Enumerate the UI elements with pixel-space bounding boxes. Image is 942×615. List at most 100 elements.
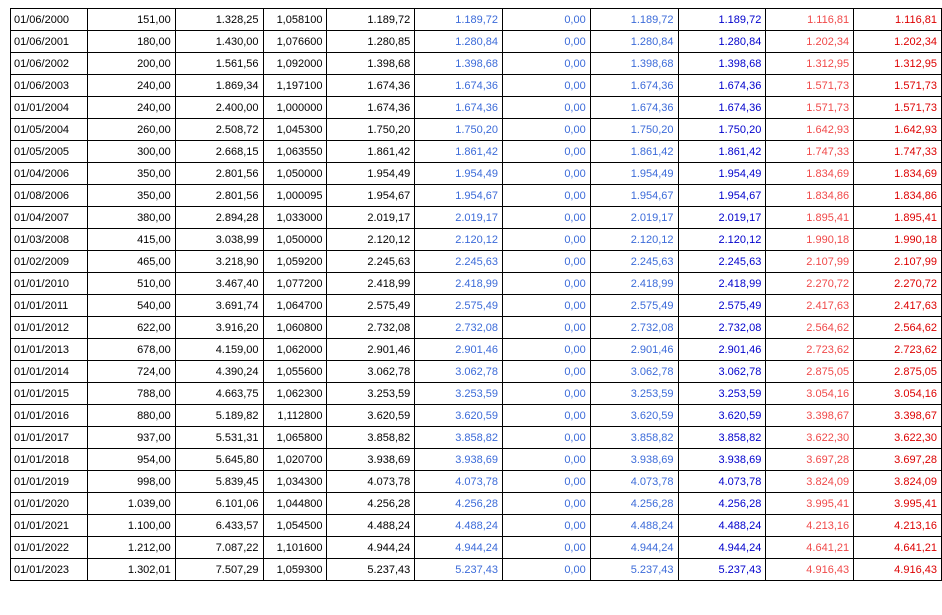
- value-cell: 5.237,43: [589, 558, 679, 581]
- value-cell: 3.398,67: [853, 404, 942, 427]
- value-cell: 1.861,42: [326, 140, 416, 163]
- value-cell: 4.944,24: [326, 536, 416, 559]
- value-cell: 2.508,72: [174, 118, 264, 141]
- value-cell: 4.073,78: [677, 470, 767, 493]
- value-cell: 4.488,24: [414, 514, 504, 537]
- factor-cell: 1,065800: [262, 426, 328, 449]
- value-cell: 1.674,36: [326, 96, 416, 119]
- value-cell: 724,00: [86, 360, 176, 383]
- factor-cell: 1,020700: [262, 448, 328, 471]
- date-cell: 01/08/2006: [10, 184, 88, 207]
- value-cell: 1.398,68: [677, 52, 767, 75]
- value-cell: 2.901,46: [326, 338, 416, 361]
- value-cell: 1.571,73: [765, 96, 855, 119]
- date-cell: 01/01/2022: [10, 536, 88, 559]
- value-cell: 880,00: [86, 404, 176, 427]
- value-cell: 2.801,56: [174, 184, 264, 207]
- value-cell: 2.107,99: [765, 250, 855, 273]
- value-cell: 4.944,24: [677, 536, 767, 559]
- factor-cell: 1,045300: [262, 118, 328, 141]
- value-cell: 0,00: [502, 140, 591, 163]
- value-cell: 1.895,41: [765, 206, 855, 229]
- value-cell: 1.302,01: [86, 558, 176, 581]
- value-cell: 0,00: [502, 316, 591, 339]
- value-cell: 300,00: [86, 140, 176, 163]
- value-cell: 1.312,95: [765, 52, 855, 75]
- value-cell: 3.858,82: [414, 426, 504, 449]
- value-cell: 1.834,86: [853, 184, 942, 207]
- value-cell: 0,00: [502, 272, 591, 295]
- date-cell: 01/01/2014: [10, 360, 88, 383]
- date-cell: 01/04/2007: [10, 206, 88, 229]
- value-cell: 380,00: [86, 206, 176, 229]
- table-row: 01/01/2020 1.039,00 6.101,06 1,044800 4.256,…: [10, 492, 942, 515]
- factor-cell: 1,059300: [262, 558, 328, 581]
- value-cell: 3.938,69: [677, 448, 767, 471]
- value-cell: 1.954,49: [414, 162, 504, 185]
- table-row: 01/06/2003 240,00 1.869,34 1,197100 1.674,36…: [10, 74, 942, 97]
- value-cell: 2.120,12: [589, 228, 679, 251]
- value-cell: 0,00: [502, 206, 591, 229]
- factor-cell: 1,033000: [262, 206, 328, 229]
- value-cell: 4.256,28: [677, 492, 767, 515]
- value-cell: 3.916,20: [174, 316, 264, 339]
- value-cell: 954,00: [86, 448, 176, 471]
- table-row: 01/01/2013 678,00 4.159,00 1,062000 2.901,46…: [10, 338, 942, 361]
- value-cell: 1.674,36: [677, 96, 767, 119]
- value-cell: 240,00: [86, 74, 176, 97]
- value-cell: 3.858,82: [677, 426, 767, 449]
- value-cell: 3.253,59: [326, 382, 416, 405]
- table-row: 01/01/2023 1.302,01 7.507,29 1,059300 5.237,…: [10, 558, 942, 581]
- date-cell: 01/01/2023: [10, 558, 88, 581]
- factor-cell: 1,054500: [262, 514, 328, 537]
- value-cell: 465,00: [86, 250, 176, 273]
- value-cell: 1.861,42: [589, 140, 679, 163]
- factor-cell: 1,197100: [262, 74, 328, 97]
- table-row: 01/02/2009 465,00 3.218,90 1,059200 2.245,63…: [10, 250, 942, 273]
- value-cell: 2.245,63: [326, 250, 416, 273]
- value-cell: 1.116,81: [765, 8, 855, 31]
- value-cell: 151,00: [86, 8, 176, 31]
- value-cell: 1.747,33: [765, 140, 855, 163]
- table-row: 01/06/2000 151,00 1.328,25 1,058100 1.189,72…: [10, 8, 942, 31]
- value-cell: 350,00: [86, 162, 176, 185]
- date-cell: 01/05/2005: [10, 140, 88, 163]
- table-row: 01/01/2010 510,00 3.467,40 1,077200 2.418,99…: [10, 272, 942, 295]
- value-cell: 1.571,73: [765, 74, 855, 97]
- value-cell: 2.732,08: [677, 316, 767, 339]
- table-row: 01/05/2005 300,00 2.668,15 1,063550 1.861,42…: [10, 140, 942, 163]
- factor-cell: 1,101600: [262, 536, 328, 559]
- value-cell: 1.189,72: [326, 8, 416, 31]
- table-row: 01/04/2006 350,00 2.801,56 1,050000 1.954,49…: [10, 162, 942, 185]
- value-cell: 2.575,49: [326, 294, 416, 317]
- value-cell: 5.237,43: [326, 558, 416, 581]
- value-cell: 2.245,63: [589, 250, 679, 273]
- value-cell: 0,00: [502, 558, 591, 581]
- table-row: 01/03/2008 415,00 3.038,99 1,050000 2.120,12…: [10, 228, 942, 251]
- value-cell: 4.916,43: [765, 558, 855, 581]
- factor-cell: 1,000095: [262, 184, 328, 207]
- value-cell: 2.901,46: [589, 338, 679, 361]
- value-cell: 0,00: [502, 162, 591, 185]
- date-cell: 01/06/2002: [10, 52, 88, 75]
- value-cell: 3.938,69: [589, 448, 679, 471]
- value-cell: 2.418,99: [414, 272, 504, 295]
- value-cell: 2.120,12: [677, 228, 767, 251]
- value-cell: 3.995,41: [853, 492, 942, 515]
- value-cell: 1.869,34: [174, 74, 264, 97]
- value-cell: 1.189,72: [677, 8, 767, 31]
- value-cell: 3.824,09: [853, 470, 942, 493]
- value-cell: 2.723,62: [765, 338, 855, 361]
- value-cell: 1.954,67: [677, 184, 767, 207]
- value-cell: 1.642,93: [853, 118, 942, 141]
- table-row: 01/01/2017 937,00 5.531,31 1,065800 3.858,82…: [10, 426, 942, 449]
- value-cell: 1.674,36: [677, 74, 767, 97]
- value-cell: 4.256,28: [414, 492, 504, 515]
- value-cell: 2.245,63: [414, 250, 504, 273]
- value-cell: 2.564,62: [765, 316, 855, 339]
- value-cell: 1.561,56: [174, 52, 264, 75]
- value-cell: 3.467,40: [174, 272, 264, 295]
- value-cell: 1.039,00: [86, 492, 176, 515]
- value-cell: 3.697,28: [853, 448, 942, 471]
- value-cell: 3.858,82: [589, 426, 679, 449]
